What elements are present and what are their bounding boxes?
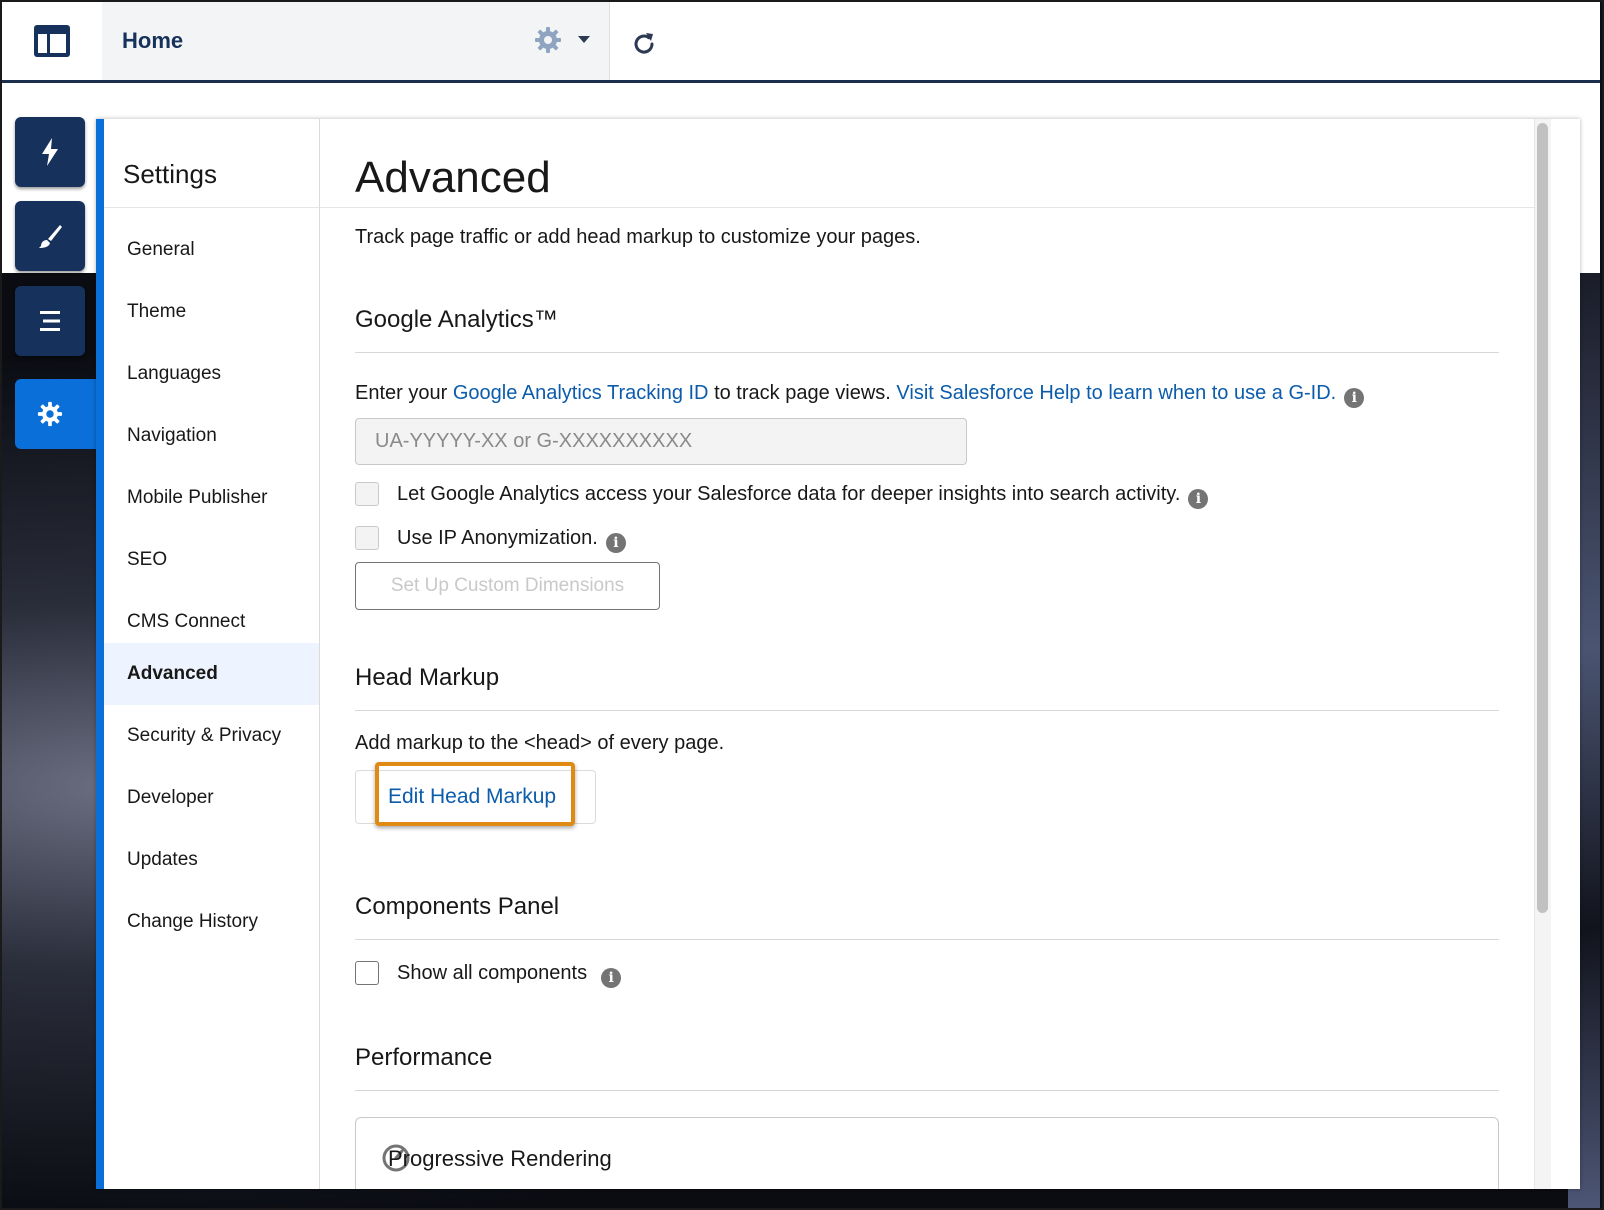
scrollbar-thumb[interactable] — [1537, 123, 1548, 913]
nav-item-theme[interactable]: Theme — [104, 281, 319, 343]
info-icon[interactable]: i — [1344, 388, 1365, 408]
show-all-components-checkbox[interactable] — [355, 961, 379, 985]
gear-icon[interactable] — [534, 26, 562, 54]
nav-item-change-history[interactable]: Change History — [104, 891, 319, 953]
ga-instructions: Enter your Google Analytics Tracking ID … — [355, 382, 1365, 408]
ga-middle: to track page views. — [708, 382, 897, 404]
top-bar: Home — [2, 2, 1600, 83]
nav-item-developer[interactable]: Developer — [104, 767, 319, 829]
nav-item-security-privacy[interactable]: Security & Privacy — [104, 705, 319, 767]
ga-tracking-id-input[interactable] — [355, 418, 967, 465]
settings-title: Settings — [123, 159, 217, 189]
nav-item-updates[interactable]: Updates — [104, 829, 319, 891]
nav-item-navigation[interactable]: Navigation — [104, 405, 319, 467]
settings-modal: Settings General Theme Languages Navigat… — [96, 119, 1580, 1189]
show-all-components-text: Show all components — [397, 962, 588, 984]
salesforce-help-link[interactable]: Visit Salesforce Help to learn when to u… — [896, 382, 1336, 404]
info-icon[interactable]: i — [605, 533, 626, 553]
ga-tracking-id-link[interactable]: Google Analytics Tracking ID — [453, 382, 709, 404]
ip-anonymization-text: Use IP Anonymization. — [397, 527, 598, 549]
section-heading-google-analytics: Google Analytics™ — [355, 306, 558, 333]
settings-content: Advanced Track page traffic or add head … — [320, 119, 1538, 1189]
section-heading-head-markup: Head Markup — [355, 664, 500, 691]
section-divider — [355, 939, 1499, 940]
panel-toggle-button[interactable] — [2, 2, 103, 80]
page-selector[interactable]: Home — [102, 2, 610, 80]
edit-head-markup-label: Edit Head Markup — [388, 785, 557, 808]
info-icon[interactable]: i — [1188, 489, 1209, 509]
page-description: Track page traffic or add head markup to… — [355, 226, 921, 248]
edit-head-markup-button[interactable]: Edit Head Markup — [355, 770, 596, 824]
layout-panel-icon — [34, 25, 70, 57]
page-title-home: Home — [122, 28, 184, 53]
info-icon[interactable]: i — [601, 968, 622, 988]
nav-item-seo[interactable]: SEO — [104, 529, 319, 591]
progressive-rendering-label: Progressive Rendering — [388, 1146, 612, 1171]
lightning-icon — [42, 138, 58, 166]
section-heading-performance: Performance — [355, 1044, 493, 1071]
settings-nav: Settings General Theme Languages Navigat… — [104, 119, 320, 1189]
custom-dimensions-button[interactable]: Set Up Custom Dimensions — [355, 562, 660, 610]
ip-anonymization-label: Use IP Anonymization. i — [397, 527, 626, 553]
title-divider — [320, 207, 1538, 208]
nav-item-advanced[interactable]: Advanced — [104, 643, 319, 705]
ip-anonymization-checkbox[interactable] — [355, 526, 379, 550]
refresh-icon[interactable] — [630, 30, 658, 58]
head-markup-description: Add markup to the <head> of every page. — [355, 732, 725, 754]
settings-gear-icon — [37, 401, 63, 427]
show-all-components-label: Show all components i — [397, 962, 622, 988]
ga-salesforce-data-text: Let Google Analytics access your Salesfo… — [397, 483, 1181, 505]
rail-button-navigator[interactable] — [15, 286, 85, 356]
nav-item-languages[interactable]: Languages — [104, 343, 319, 405]
rail-button-theme[interactable] — [15, 201, 85, 271]
brush-icon — [39, 225, 62, 248]
ga-salesforce-data-label: Let Google Analytics access your Salesfo… — [397, 483, 1209, 509]
rail-button-settings[interactable] — [15, 379, 98, 449]
page-title: Advanced — [355, 153, 551, 202]
rail-button-components[interactable] — [15, 117, 85, 187]
list-icon — [40, 311, 60, 331]
section-heading-components-panel: Components Panel — [355, 893, 560, 920]
section-divider — [355, 710, 1499, 711]
section-divider — [355, 1090, 1499, 1091]
ga-prefix: Enter your — [355, 382, 453, 404]
chevron-down-icon[interactable] — [578, 36, 590, 43]
section-divider — [355, 352, 1499, 353]
nav-item-general[interactable]: General — [104, 219, 319, 281]
ga-salesforce-data-checkbox[interactable] — [355, 482, 379, 506]
nav-divider — [104, 207, 319, 208]
nav-item-mobile-publisher[interactable]: Mobile Publisher — [104, 467, 319, 529]
